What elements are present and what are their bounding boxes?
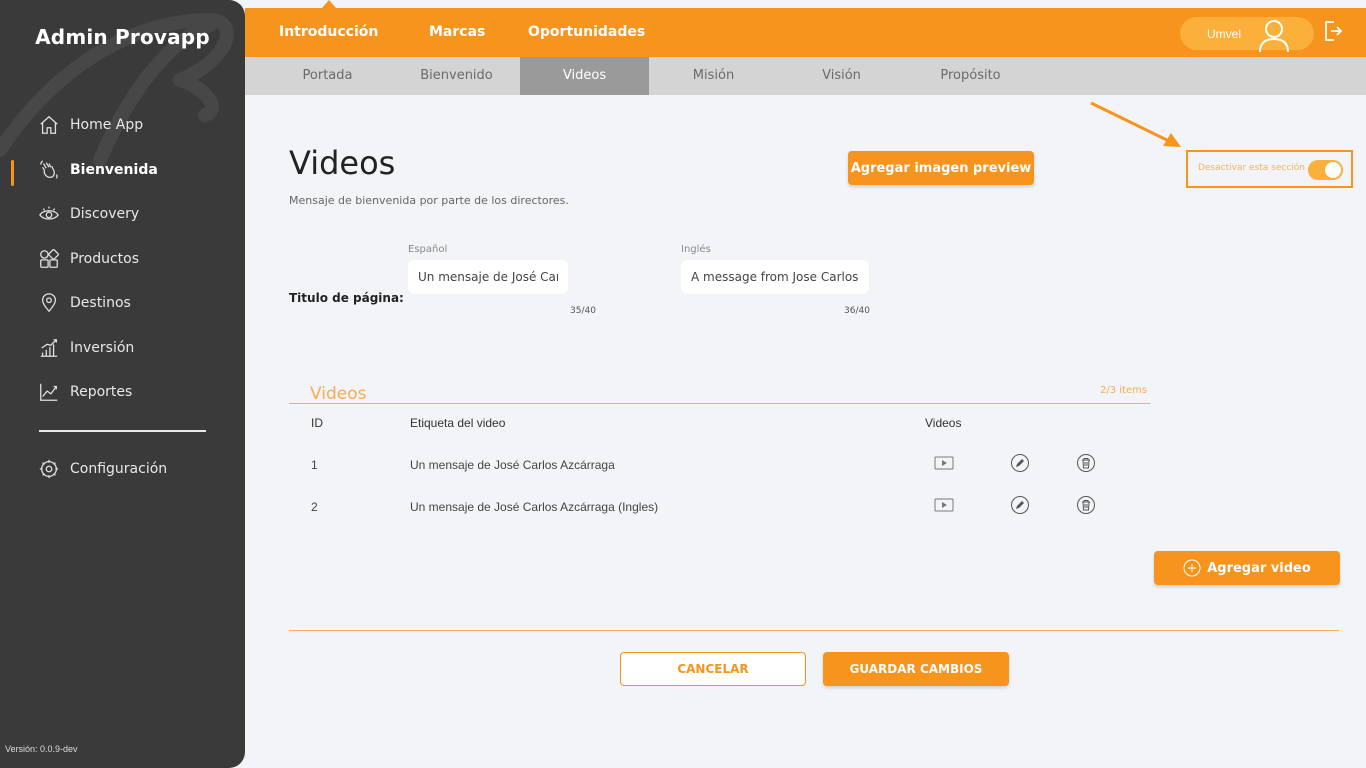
home-icon [40, 115, 58, 134]
subtab-portada[interactable]: Portada [263, 57, 392, 95]
active-tab-notch [322, 0, 336, 8]
cancel-button[interactable]: CANCELAR [620, 652, 806, 686]
sidebar: Admin Provapp Home App Bienvenida Discov… [0, 0, 245, 768]
section-toggle-container: Desactivar esta sección [1186, 150, 1353, 188]
top-navigation-bar: Introducción Marcas Oportunidades Umvel [245, 0, 1366, 57]
delete-icon[interactable] [1076, 453, 1096, 473]
logout-icon[interactable] [1323, 20, 1343, 42]
delete-icon[interactable] [1076, 495, 1096, 515]
tab-marcas[interactable]: Marcas [429, 24, 485, 40]
user-avatar-icon [1259, 20, 1289, 52]
sidebar-item-configuracion[interactable]: Configuración [38, 458, 167, 480]
sidebar-item-reportes[interactable]: Reportes [38, 381, 132, 403]
page-title-label: Titulo de página: [289, 291, 404, 305]
add-preview-image-button[interactable]: Agregar imagen preview [848, 151, 1034, 185]
sidebar-item-label: Inversión [70, 340, 135, 356]
active-indicator [11, 160, 14, 186]
version-label: Versión: 0.0.9-dev [5, 744, 78, 754]
page-title: Videos [289, 144, 396, 182]
sidebar-item-home-app[interactable]: Home App [38, 114, 143, 136]
english-char-counter: 36/40 [844, 306, 870, 316]
annotation-arrow-icon [1090, 101, 1181, 147]
spanish-title-input[interactable] [408, 260, 568, 294]
row-id: 2 [311, 500, 318, 514]
spanish-char-counter: 35/40 [570, 306, 596, 316]
sidebar-item-label: Productos [70, 251, 140, 267]
videos-section-title: Videos [310, 384, 367, 404]
sidebar-item-bienvenida[interactable]: Bienvenida [38, 159, 158, 181]
footer-divider [289, 630, 1339, 631]
items-count: 2/3 items [1100, 385, 1148, 396]
sidebar-item-label: Destinos [70, 295, 131, 311]
toggle-label: Desactivar esta sección [1198, 163, 1306, 173]
subtab-proposito[interactable]: Propósito [906, 57, 1035, 95]
sidebar-item-destinos[interactable]: Destinos [38, 292, 131, 314]
edit-icon[interactable] [1010, 453, 1030, 473]
plus-circle-icon [1183, 559, 1201, 577]
column-header-videos: Videos [925, 416, 962, 430]
user-name: Umvel [1207, 27, 1242, 41]
subtab-vision[interactable]: Visión [777, 57, 906, 95]
sidebar-item-label: Bienvenida [70, 162, 158, 178]
subtab-bienvenido[interactable]: Bienvenido [392, 57, 521, 95]
section-divider [289, 403, 1150, 404]
english-label: Inglés [681, 244, 711, 255]
add-video-button[interactable]: Agregar video [1154, 551, 1340, 585]
grid-icon [40, 248, 60, 268]
hand-wave-icon [40, 160, 58, 179]
edit-icon[interactable] [1010, 495, 1030, 515]
sidebar-item-label: Home App [70, 117, 144, 133]
location-pin-icon [41, 293, 57, 313]
row-label: Un mensaje de José Carlos Azcárraga (Ing… [410, 500, 659, 514]
line-chart-icon [40, 383, 58, 401]
row-id: 1 [311, 458, 318, 472]
add-video-label: Agregar video [1207, 560, 1311, 576]
tab-introduccion[interactable]: Introducción [279, 24, 378, 40]
play-video-icon[interactable] [934, 453, 954, 473]
row-label: Un mensaje de José Carlos Azcárraga [410, 458, 615, 472]
sidebar-item-discovery[interactable]: Discovery [38, 203, 139, 225]
sidebar-item-productos[interactable]: Productos [38, 248, 139, 270]
bar-growth-icon [40, 339, 58, 357]
sidebar-item-label: Discovery [70, 206, 140, 222]
spanish-label: Español [408, 244, 448, 255]
tab-oportunidades[interactable]: Oportunidades [528, 24, 645, 40]
sidebar-item-label: Configuración [70, 461, 168, 477]
sidebar-item-label: Reportes [70, 384, 133, 400]
save-changes-button[interactable]: GUARDAR CAMBIOS [823, 652, 1009, 686]
play-video-icon[interactable] [934, 495, 954, 515]
sub-navigation-bar: Portada Bienvenido Videos Misión Visión … [245, 57, 1366, 95]
column-header-id: ID [311, 416, 323, 430]
brand-title: Admin Provapp [35, 25, 210, 49]
subtab-videos[interactable]: Videos [520, 57, 649, 95]
user-menu[interactable]: Umvel [1180, 17, 1314, 52]
eye-icon [39, 206, 59, 220]
english-title-input[interactable] [681, 260, 869, 294]
subtab-mision[interactable]: Misión [649, 57, 778, 95]
disable-section-toggle[interactable] [1308, 160, 1343, 180]
column-header-label: Etiqueta del video [410, 416, 506, 430]
toggle-knob [1325, 162, 1341, 178]
sidebar-item-inversion[interactable]: Inversión [38, 337, 134, 359]
page-subtitle: Mensaje de bienvenida por parte de los d… [289, 194, 569, 207]
gear-icon [39, 459, 59, 479]
sidebar-divider [39, 430, 206, 432]
